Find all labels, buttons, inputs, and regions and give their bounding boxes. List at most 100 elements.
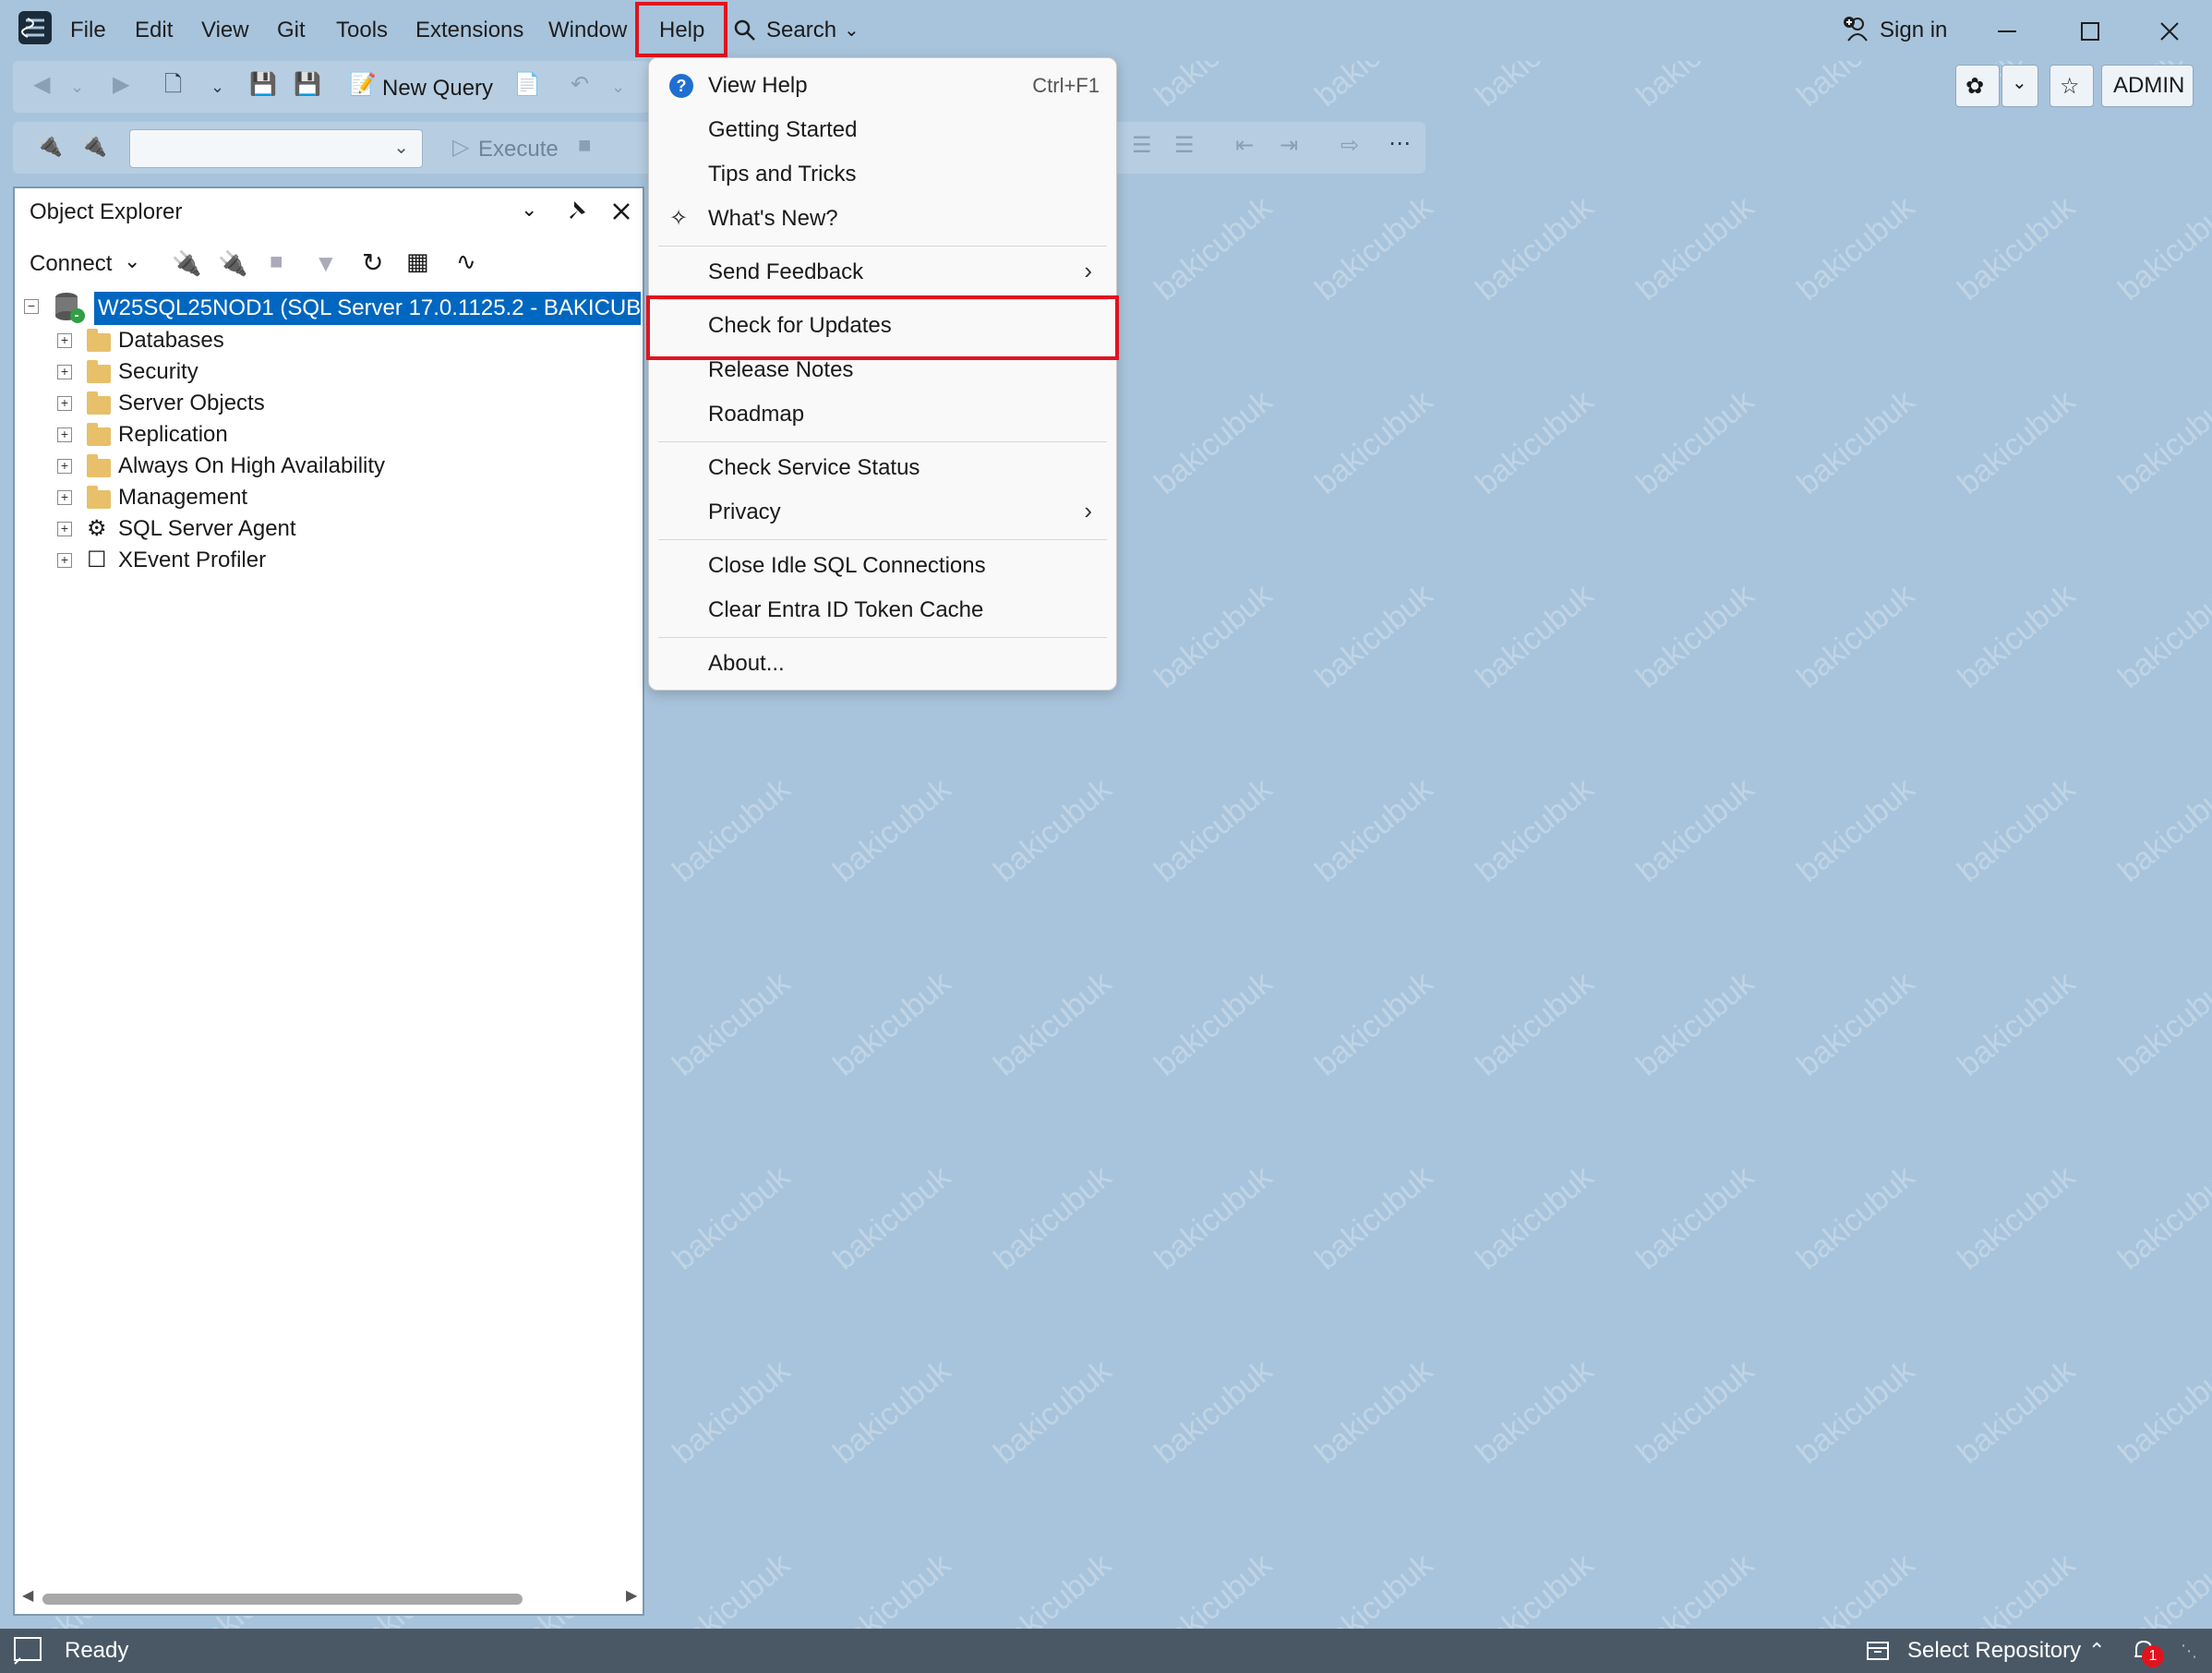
forward-icon[interactable]: ▶ bbox=[113, 74, 129, 96]
help-menu-item-about[interactable]: About... bbox=[653, 643, 1112, 685]
expand-icon[interactable]: + bbox=[57, 333, 72, 348]
chevron-up-icon[interactable]: ⌃ bbox=[2088, 1629, 2105, 1673]
close-icon[interactable] bbox=[607, 198, 635, 225]
change-connection-icon[interactable]: 🔌 bbox=[79, 135, 107, 157]
tree-node-always-on-high-availability[interactable]: Always On High Availability bbox=[118, 451, 385, 482]
back-icon[interactable]: ◀ bbox=[33, 74, 50, 96]
expand-icon[interactable]: + bbox=[57, 396, 72, 411]
new-query-button[interactable]: 📝 New Query bbox=[349, 66, 506, 107]
search-button[interactable]: Search ⌄ bbox=[729, 11, 868, 50]
chevron-down-icon[interactable]: ⌄ bbox=[521, 198, 537, 222]
status-text: Ready bbox=[65, 1638, 129, 1663]
help-menu-item-clear-entra-id-token-cache[interactable]: Clear Entra ID Token Cache bbox=[653, 589, 1112, 632]
help-menu-item-tips-and-tricks[interactable]: Tips and Tricks bbox=[653, 153, 1112, 196]
execute-button[interactable]: ▷ Execute bbox=[445, 127, 583, 168]
menu-tools[interactable]: Tools bbox=[327, 11, 397, 50]
menu-view[interactable]: View bbox=[192, 11, 258, 50]
tree-node-security[interactable]: Security bbox=[118, 356, 198, 388]
stop-icon[interactable]: ■ bbox=[270, 249, 283, 275]
connect-button[interactable]: Connect bbox=[30, 251, 112, 277]
help-menu-item-roadmap[interactable]: Roadmap bbox=[653, 393, 1112, 436]
undo-icon[interactable]: ↶ bbox=[571, 74, 589, 96]
increase-indent-icon[interactable]: ⇥ bbox=[1280, 135, 1298, 157]
chevron-down-icon[interactable]: ⌄ bbox=[611, 76, 625, 98]
filter-icon[interactable]: ▼ bbox=[314, 249, 338, 278]
new-file-icon[interactable]: 🗋 bbox=[164, 74, 182, 96]
save-all-icon[interactable]: 💾 bbox=[294, 74, 321, 96]
save-icon[interactable]: 💾 bbox=[249, 74, 277, 96]
pulse-icon[interactable]: ∿ bbox=[456, 247, 476, 276]
copilot-dropdown-button[interactable]: ⌄ bbox=[2002, 65, 2038, 107]
horizontal-scrollbar[interactable]: ◀ ▶ bbox=[22, 1588, 637, 1608]
refresh-icon[interactable]: ↻ bbox=[362, 247, 383, 278]
pin-icon[interactable] bbox=[565, 198, 593, 225]
database-selector[interactable]: ⌄ bbox=[129, 129, 423, 168]
tree-node-server[interactable]: W25SQL25NOD1 (SQL Server 17.0.1125.2 - B… bbox=[94, 292, 641, 325]
help-menu-item-check-service-status[interactable]: Check Service Status bbox=[653, 447, 1112, 489]
menu-extensions[interactable]: Extensions bbox=[406, 11, 533, 50]
disconnect-icon[interactable]: 🔌 bbox=[218, 249, 247, 278]
scroll-left-icon[interactable]: ◀ bbox=[22, 1586, 33, 1605]
feedback-button[interactable]: ☆ bbox=[2050, 65, 2094, 107]
chevron-down-icon[interactable]: ⌄ bbox=[210, 76, 224, 98]
expand-icon[interactable]: + bbox=[57, 459, 72, 474]
menu-item-label: Close Idle SQL Connections bbox=[708, 553, 986, 578]
help-menu-item-getting-started[interactable]: Getting Started bbox=[653, 109, 1112, 151]
tree-node-xevent-profiler[interactable]: XEvent Profiler bbox=[118, 545, 266, 576]
uncomment-icon[interactable]: ☰ bbox=[1174, 135, 1195, 157]
standard-toolbar: ◀ ⌄ ▶ 🗋 ⌄ 💾 💾 📝 New Query 📄 ↶ ⌄ bbox=[13, 61, 650, 113]
menu-git[interactable]: Git bbox=[268, 11, 315, 50]
help-menu-item-view-help[interactable]: View Help? Ctrl+F1 bbox=[653, 65, 1112, 107]
minimize-button[interactable] bbox=[1989, 13, 2026, 50]
server-icon bbox=[55, 293, 85, 323]
watermark-text: bakicubuk bbox=[1308, 383, 1440, 501]
close-window-button[interactable] bbox=[2151, 13, 2188, 50]
connect-plug-icon[interactable]: 🔌 bbox=[35, 135, 63, 157]
account-button[interactable]: ADMIN bbox=[2101, 65, 2194, 107]
watermark-text: bakicubuk bbox=[987, 965, 1119, 1083]
menu-window[interactable]: Window bbox=[539, 11, 636, 50]
specify-values-icon[interactable]: ⇨ bbox=[1340, 135, 1359, 157]
menu-file[interactable]: File bbox=[61, 11, 115, 50]
watermark-text: bakicubuk bbox=[1951, 771, 2083, 889]
watermark-text: bakicubuk bbox=[1308, 771, 1440, 889]
watermark-text: bakicubuk bbox=[1951, 1159, 2083, 1277]
copilot-button[interactable]: ✿ bbox=[1955, 65, 2000, 107]
object-explorer-panel: Object Explorer ⌄ Connect ⌄ 🔌 🔌 ■ ▼ ↻ ▦ … bbox=[13, 187, 644, 1616]
tree-node-sql-server-agent[interactable]: SQL Server Agent bbox=[118, 513, 296, 545]
scrollbar-thumb[interactable] bbox=[42, 1594, 523, 1605]
help-menu-item-what-s-new[interactable]: What's New? ✧ bbox=[653, 198, 1112, 240]
decrease-indent-icon[interactable]: ⇤ bbox=[1235, 135, 1254, 157]
expand-icon[interactable]: + bbox=[57, 522, 72, 536]
expand-icon[interactable]: + bbox=[57, 365, 72, 379]
activity-monitor-icon[interactable]: ▦ bbox=[406, 247, 429, 276]
select-repository-button[interactable]: Select Repository bbox=[1907, 1629, 2081, 1673]
expand-icon[interactable]: + bbox=[57, 490, 72, 505]
menu-edit[interactable]: Edit bbox=[126, 11, 182, 50]
more-options-icon[interactable]: ⋯ bbox=[1389, 133, 1411, 155]
stop-icon[interactable]: ■ bbox=[578, 135, 592, 157]
comment-icon[interactable]: ☰ bbox=[1132, 135, 1152, 157]
tree-node-management[interactable]: Management bbox=[118, 482, 247, 513]
tree-node-server-objects[interactable]: Server Objects bbox=[118, 388, 265, 419]
chevron-down-icon[interactable]: ⌄ bbox=[124, 249, 140, 273]
watermark-text: bakicubuk bbox=[826, 965, 958, 1083]
expand-icon[interactable]: + bbox=[57, 427, 72, 442]
scroll-right-icon[interactable]: ▶ bbox=[626, 1586, 637, 1605]
maximize-button[interactable] bbox=[2072, 13, 2109, 50]
collapse-icon[interactable]: − bbox=[24, 299, 39, 314]
help-menu-item-send-feedback[interactable]: Send Feedback › bbox=[653, 251, 1112, 294]
tree-node-replication[interactable]: Replication bbox=[118, 419, 228, 451]
tree-node-databases[interactable]: Databases bbox=[118, 325, 224, 356]
connect-plug-icon[interactable]: 🔌 bbox=[172, 249, 201, 278]
query-file-icon[interactable]: 📄 bbox=[513, 74, 541, 96]
folder-icon bbox=[87, 454, 111, 477]
help-menu-item-privacy[interactable]: Privacy › bbox=[653, 491, 1112, 534]
chevron-down-icon[interactable]: ⌄ bbox=[70, 76, 84, 98]
sign-in-button[interactable]: Sign in bbox=[1843, 11, 1963, 50]
watermark-text: bakicubuk bbox=[1148, 771, 1280, 889]
folder-icon bbox=[87, 391, 111, 415]
notification-badge: 1 bbox=[2142, 1645, 2164, 1667]
expand-icon[interactable]: + bbox=[57, 553, 72, 568]
help-menu-item-close-idle-sql-connections[interactable]: Close Idle SQL Connections bbox=[653, 545, 1112, 587]
